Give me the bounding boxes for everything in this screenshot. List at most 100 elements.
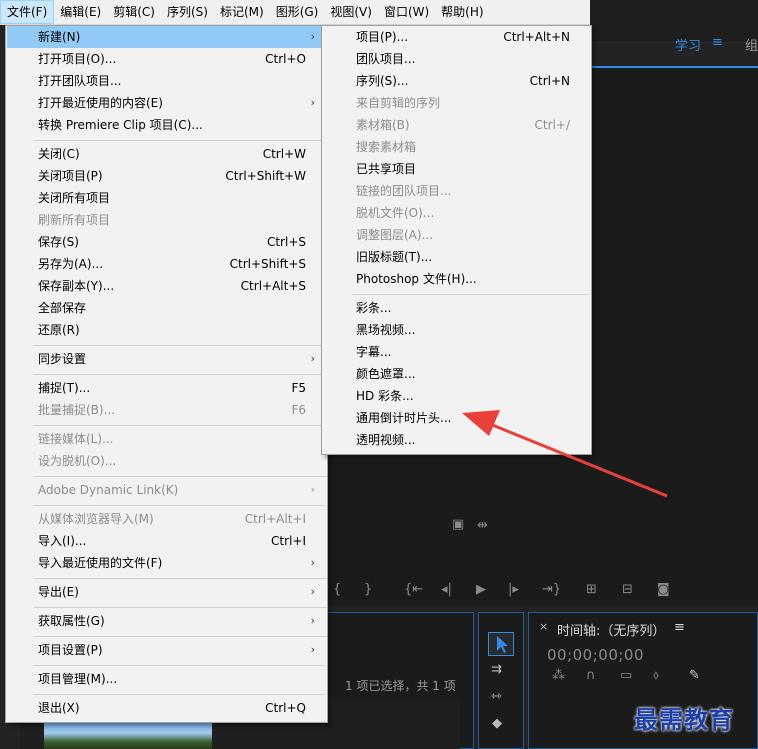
menu-item-capture[interactable]: 捕捉(T)... F5 xyxy=(7,377,326,399)
timeline-close-icon[interactable]: × xyxy=(539,620,548,633)
submenu-item-legacy-title[interactable]: 旧版标题(T)... xyxy=(323,246,590,268)
submenu-item-sequence[interactable]: 序列(S)... Ctrl+N xyxy=(323,70,590,92)
go-to-out-icon[interactable]: ⇥} xyxy=(542,582,561,597)
timeline-timecode[interactable]: 00;00;00;00 xyxy=(547,646,644,664)
submenu-arrow-icon: › xyxy=(310,96,315,109)
submenu-item-adjustment-layer: 调整图层(A)... xyxy=(356,228,434,242)
submenu-item-transparent-video[interactable]: 透明视频... xyxy=(323,429,590,451)
submenu-arrow-icon: › xyxy=(310,643,315,656)
menu-clip[interactable]: 剪辑(C) xyxy=(107,0,161,24)
menu-item-revert[interactable]: 还原(R) xyxy=(7,319,326,341)
workspace-bar xyxy=(590,0,758,43)
step-back-icon[interactable]: ◂| xyxy=(441,582,452,597)
menu-item-project-settings[interactable]: 项目设置(P) › xyxy=(7,639,326,661)
menu-item-import[interactable]: 导入(I)... Ctrl+I xyxy=(7,530,326,552)
menu-item-import-recent[interactable]: 导入最近使用的文件(F) › xyxy=(7,552,326,574)
file-menu: 新建(N) › 打开项目(O)... Ctrl+O 打开团队项目... 打开最近使用… xyxy=(5,25,328,723)
safe-margins-icon[interactable]: ▣ xyxy=(452,517,464,532)
snap-icon[interactable]: ⁂ xyxy=(552,668,565,683)
submenu-item-color-matte[interactable]: 颜色遮罩... xyxy=(323,363,590,385)
menu-item-project-manager[interactable]: 项目管理(M)... xyxy=(7,668,326,690)
menu-graphics[interactable]: 图形(G) xyxy=(270,0,325,24)
menu-separator xyxy=(34,425,326,426)
ripple-edit-icon[interactable]: ⇿ xyxy=(491,689,502,704)
submenu-item-team-project[interactable]: 团队项目... xyxy=(323,48,590,70)
timeline-title: 时间轴:（无序列） xyxy=(557,624,666,639)
menu-separator xyxy=(34,476,326,477)
menu-view[interactable]: 视图(V) xyxy=(324,0,378,24)
menu-item-save-all[interactable]: 全部保存 xyxy=(7,297,326,319)
clip-thumbnail[interactable] xyxy=(44,720,212,749)
menu-window[interactable]: 窗口(W) xyxy=(378,0,435,24)
submenu-item-shared-project[interactable]: 已共享项目 xyxy=(323,158,590,180)
menu-help[interactable]: 帮助(H) xyxy=(435,0,489,24)
camera-icon[interactable]: ◙ xyxy=(657,582,670,597)
menu-item-dynamic-link: Adobe Dynamic Link(K) › xyxy=(7,479,326,501)
drag-video-icon[interactable]: ⇹ xyxy=(477,518,488,533)
wrench-icon[interactable]: ✎ xyxy=(689,668,700,683)
workspace-group-tab[interactable]: 组 xyxy=(745,35,758,54)
play-icon[interactable]: ▶ xyxy=(476,582,486,597)
menu-separator xyxy=(34,505,326,506)
menu-item-open-team-project[interactable]: 打开团队项目... xyxy=(7,70,326,92)
extract-icon[interactable]: ⊟ xyxy=(622,582,633,597)
menu-item-import-from-browser: 从媒体浏览器导入(M) Ctrl+Alt+I xyxy=(38,512,306,526)
submenu-arrow-icon: › xyxy=(310,585,315,598)
menu-edit[interactable]: 编辑(E) xyxy=(54,0,107,24)
menu-item-close[interactable]: 关闭(C) Ctrl+W xyxy=(7,143,326,165)
menu-markers[interactable]: 标记(M) xyxy=(214,0,270,24)
menu-item-open-project[interactable]: 打开项目(O)... Ctrl+O xyxy=(7,48,326,70)
menu-sequence[interactable]: 序列(S) xyxy=(161,0,214,24)
lift-icon[interactable]: ⊞ xyxy=(586,582,597,597)
submenu-item-bars-tone[interactable]: 彩条... xyxy=(323,297,590,319)
submenu-item-project[interactable]: 项目(P)... Ctrl+Alt+N xyxy=(323,26,590,48)
menu-item-close-project[interactable]: 关闭项目(P) Ctrl+Shift+W xyxy=(7,165,326,187)
marker-icon[interactable]: ⬨ xyxy=(653,668,659,683)
new-submenu: 项目(P)... Ctrl+Alt+N 团队项目... 序列(S)... Ctrl+… xyxy=(321,25,592,455)
mark-in-icon[interactable]: { xyxy=(333,582,341,597)
menu-separator xyxy=(34,665,326,666)
menu-separator xyxy=(34,345,326,346)
submenu-item-captions[interactable]: 字幕... xyxy=(323,341,590,363)
menu-separator xyxy=(34,607,326,608)
submenu-item-hd-bars[interactable]: HD 彩条... xyxy=(323,385,590,407)
menu-file[interactable]: 文件(F) xyxy=(0,0,55,24)
menu-item-exit[interactable]: 退出(X) Ctrl+Q xyxy=(7,697,326,719)
menu-item-save-copy[interactable]: 保存副本(Y)... Ctrl+Alt+S xyxy=(7,275,326,297)
add-marker-icon[interactable]: ▭ xyxy=(620,668,632,683)
menu-separator xyxy=(34,140,326,141)
workspace-learn-tab[interactable]: 学习 xyxy=(675,35,701,54)
menu-item-save[interactable]: 保存(S) Ctrl+S xyxy=(7,231,326,253)
submenu-arrow-icon: › xyxy=(310,483,315,496)
submenu-item-countdown[interactable]: 通用倒计时片头... xyxy=(323,407,590,429)
selection-tool-icon[interactable] xyxy=(488,632,514,656)
submenu-arrow-icon: › xyxy=(310,30,315,43)
step-forward-icon[interactable]: |▸ xyxy=(508,582,519,597)
submenu-item-search-bin: 搜索素材箱 xyxy=(356,140,417,154)
menu-separator xyxy=(34,694,326,695)
linked-selection-icon[interactable]: ∩ xyxy=(586,668,596,683)
menu-separator xyxy=(34,374,326,375)
mark-out-icon[interactable]: } xyxy=(364,582,372,597)
go-to-in-icon[interactable]: {⇤ xyxy=(404,582,423,597)
menu-item-save-as[interactable]: 另存为(A)... Ctrl+Shift+S xyxy=(7,253,326,275)
workspace-menu-icon[interactable]: ≡ xyxy=(712,35,723,50)
submenu-item-black-video[interactable]: 黑场视频... xyxy=(323,319,590,341)
menu-item-open-recent[interactable]: 打开最近使用的内容(E) › xyxy=(7,92,326,114)
menu-item-convert-clip[interactable]: 转换 Premiere Clip 项目(C)... xyxy=(7,114,326,136)
menu-separator xyxy=(34,578,326,579)
menu-item-new[interactable]: 新建(N) › xyxy=(7,26,326,48)
menu-item-sync-settings[interactable]: 同步设置 › xyxy=(7,348,326,370)
selection-info: 1 项已选择，共 1 项 xyxy=(345,679,456,693)
submenu-item-bin: 素材箱(B) Ctrl+/ xyxy=(356,118,570,132)
submenu-item-photoshop-file[interactable]: Photoshop 文件(H)... xyxy=(323,268,590,290)
submenu-arrow-icon: › xyxy=(310,556,315,569)
menu-item-get-properties[interactable]: 获取属性(G) › xyxy=(7,610,326,632)
menu-separator xyxy=(352,294,590,295)
menu-separator xyxy=(34,636,326,637)
razor-icon[interactable]: ◆ xyxy=(492,716,502,731)
track-select-icon[interactable]: ⇉ xyxy=(491,662,502,677)
menu-item-close-all[interactable]: 关闭所有项目 xyxy=(7,187,326,209)
menu-item-export[interactable]: 导出(E) › xyxy=(7,581,326,603)
timeline-menu-icon[interactable]: ≡ xyxy=(674,620,685,635)
